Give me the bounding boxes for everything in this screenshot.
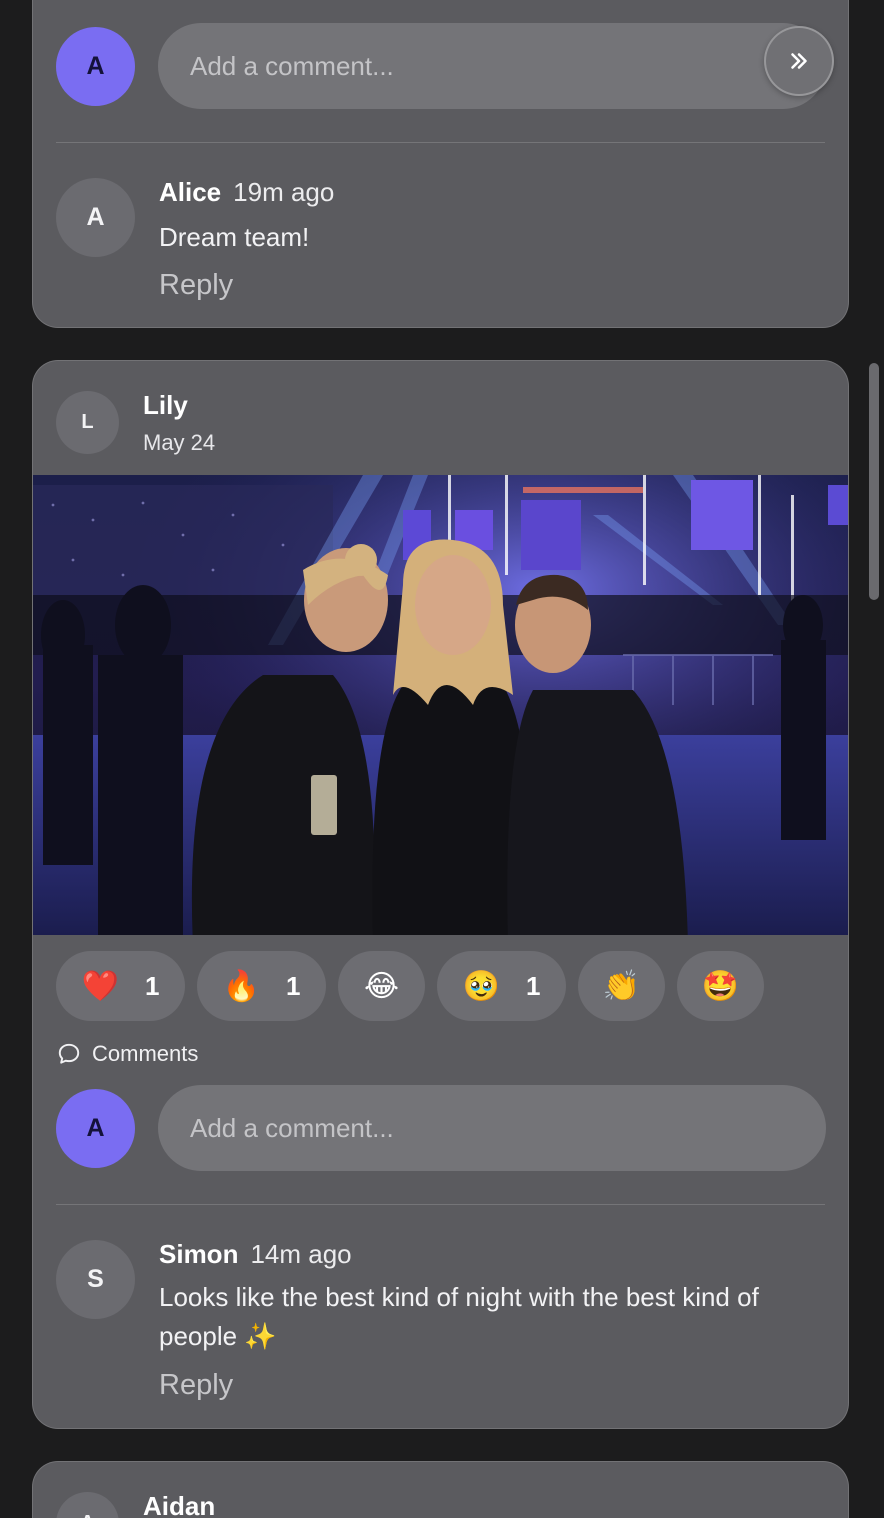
current-user-avatar: A (56, 27, 135, 106)
concert-photo-image (33, 475, 848, 935)
post-card: L Lily May 24 ❤️ 1 🔥 1 😂 🥹 1 👏 🤩 Comment… (32, 360, 849, 1429)
scrollbar-track[interactable] (864, 0, 884, 1518)
comment-author-name[interactable]: Simon (159, 1239, 238, 1269)
post-card-next: A Aidan (32, 1461, 849, 1518)
comment-author: Alice 19m ago (159, 177, 334, 208)
reaction-holding-tears[interactable]: 🥹 1 (437, 951, 566, 1021)
speech-bubble-icon (58, 1043, 80, 1064)
reaction-count: 1 (525, 970, 541, 1001)
comment-input[interactable]: Add a comment... (158, 23, 826, 109)
reaction-star-struck[interactable]: 🤩 (677, 951, 764, 1021)
send-comment-button[interactable] (764, 26, 834, 96)
reaction-fire[interactable]: 🔥 1 (197, 951, 326, 1021)
feed-page: A Add a comment... A Alice 19m ago Dream … (0, 0, 884, 1518)
comment-text: Looks like the best kind of night with t… (159, 1282, 759, 1351)
reply-button[interactable]: Reply (159, 269, 233, 302)
reaction-laughing[interactable]: 😂 (338, 951, 425, 1021)
comment-avatar: S (56, 1240, 135, 1319)
post-author-avatar[interactable]: A (56, 1492, 119, 1518)
post-photo[interactable] (33, 475, 848, 935)
comment-time: 19m ago (233, 177, 335, 207)
post-author-name[interactable]: Aidan (143, 1491, 215, 1518)
post-date: May 24 (143, 430, 216, 455)
divider (56, 1204, 825, 1205)
reply-button[interactable]: Reply (159, 1369, 233, 1402)
comment-input[interactable]: Add a comment... (158, 1085, 826, 1171)
comment-author-name[interactable]: Alice (159, 177, 221, 207)
comment-time: 14m ago (250, 1239, 352, 1269)
divider (56, 142, 825, 143)
reactions-bar: ❤️ 1 🔥 1 😂 🥹 1 👏 🤩 (56, 951, 764, 1021)
reaction-heart[interactable]: ❤️ 1 (56, 951, 185, 1021)
comment-text: Dream team! (159, 222, 310, 252)
post-card-previous: A Add a comment... A Alice 19m ago Dream … (32, 0, 849, 328)
comments-toggle[interactable]: Comments (56, 1041, 198, 1067)
reaction-clap[interactable]: 👏 (578, 951, 665, 1021)
reaction-count: 1 (144, 970, 160, 1001)
comment-avatar: A (56, 178, 135, 257)
current-user-avatar: A (56, 1089, 135, 1168)
reaction-count: 1 (285, 970, 301, 1001)
post-author-name[interactable]: Lily (143, 390, 188, 421)
double-chevron-right-icon (791, 53, 807, 69)
scrollbar-thumb[interactable] (869, 363, 879, 600)
post-author-avatar[interactable]: L (56, 391, 119, 454)
comment-author: Simon 14m ago (159, 1239, 352, 1270)
